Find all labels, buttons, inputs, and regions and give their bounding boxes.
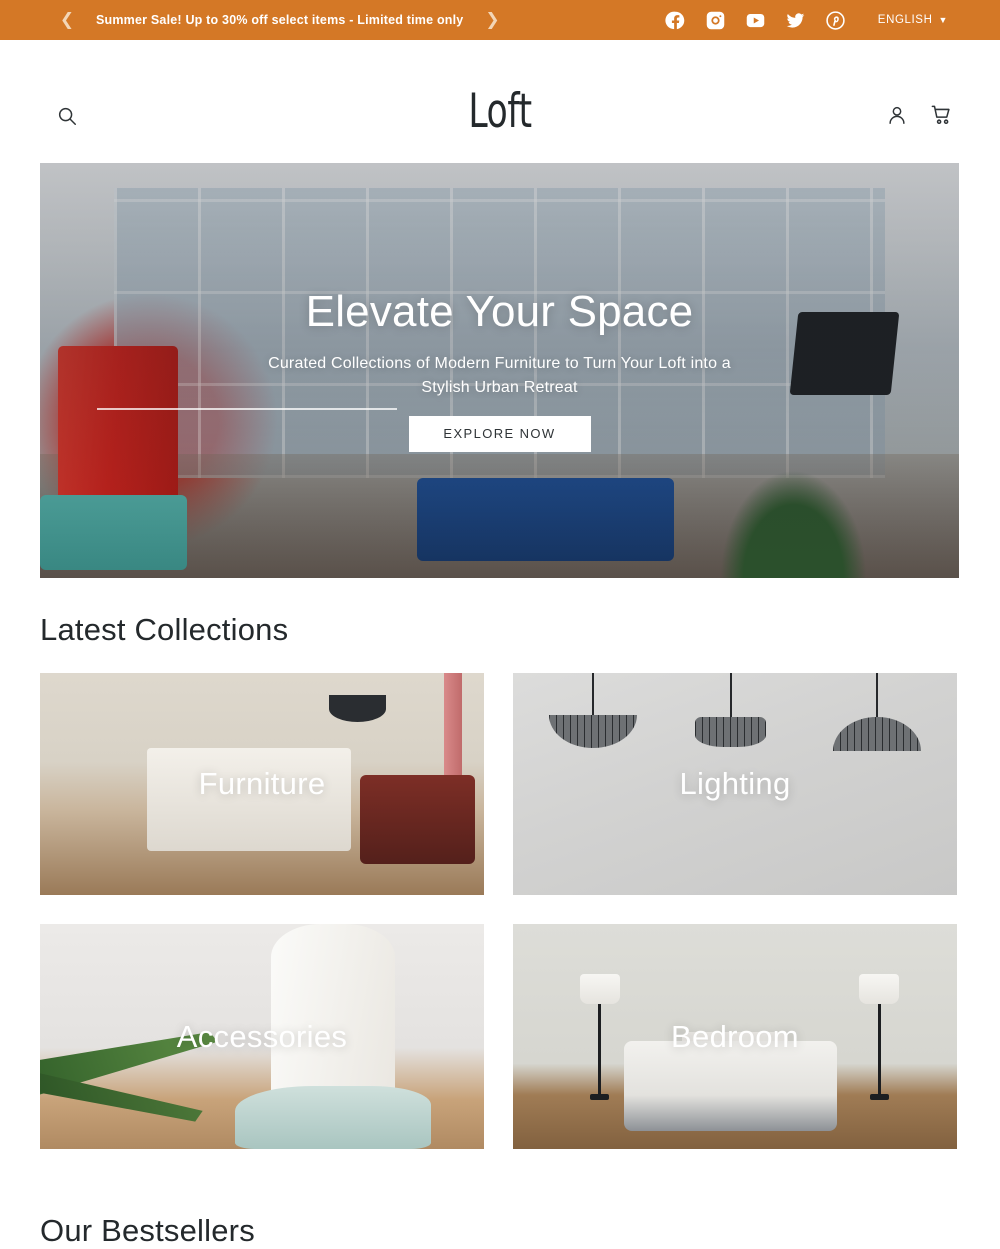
chevron-down-icon: ▼	[938, 15, 948, 25]
collection-label-furniture: Furniture	[198, 766, 326, 801]
announcement-bar: ❮ Summer Sale! Up to 30% off select item…	[0, 0, 1000, 40]
collection-card-accessories[interactable]: Accessories	[40, 924, 484, 1149]
explore-now-button[interactable]: EXPLORE NOW	[408, 415, 591, 452]
hero-content: Elevate Your Space Curated Collections o…	[40, 163, 959, 578]
collections-heading: Latest Collections	[40, 612, 289, 647]
youtube-icon[interactable]	[736, 5, 776, 35]
site-header: Loft Shop ▼ Blog About Contact	[0, 40, 1000, 184]
facebook-icon[interactable]	[656, 5, 696, 35]
chevron-right-icon[interactable]: ❯	[477, 5, 507, 35]
header-actions	[884, 101, 954, 129]
collection-card-bedroom[interactable]: Bedroom	[513, 924, 957, 1149]
announcement-text: Summer Sale! Up to 30% off select items …	[96, 13, 464, 27]
site-logo[interactable]: Loft	[90, 88, 910, 135]
collection-card-furniture[interactable]: Furniture	[40, 673, 484, 895]
twitter-icon[interactable]	[776, 5, 816, 35]
chevron-left-icon[interactable]: ❮	[52, 5, 82, 35]
search-icon[interactable]	[52, 101, 82, 131]
pinterest-icon[interactable]	[816, 5, 856, 35]
shopping-cart-icon[interactable]	[928, 101, 954, 129]
hero-banner: Elevate Your Space Curated Collections o…	[40, 163, 959, 578]
language-selector[interactable]: ENGLISH ▼	[878, 14, 948, 26]
bestsellers-heading: Our Bestsellers	[40, 1213, 255, 1248]
collection-card-lighting[interactable]: Lighting	[513, 673, 957, 895]
collection-label-lighting: Lighting	[679, 766, 791, 801]
user-icon[interactable]	[884, 101, 910, 129]
hero-subtitle: Curated Collections of Modern Furniture …	[268, 355, 731, 396]
collection-label-bedroom: Bedroom	[671, 1018, 799, 1054]
instagram-icon[interactable]	[696, 5, 736, 35]
collection-label-accessories: Accessories	[176, 1018, 348, 1054]
collections-grid: Furniture Lighting Accessories Bedroom	[40, 673, 959, 1149]
language-label: ENGLISH	[877, 14, 933, 26]
announcement-right-group: ENGLISH ▼	[656, 5, 948, 35]
announcement-carousel: ❮ Summer Sale! Up to 30% off select item…	[52, 5, 507, 35]
hero-title: Elevate Your Space	[305, 287, 694, 336]
